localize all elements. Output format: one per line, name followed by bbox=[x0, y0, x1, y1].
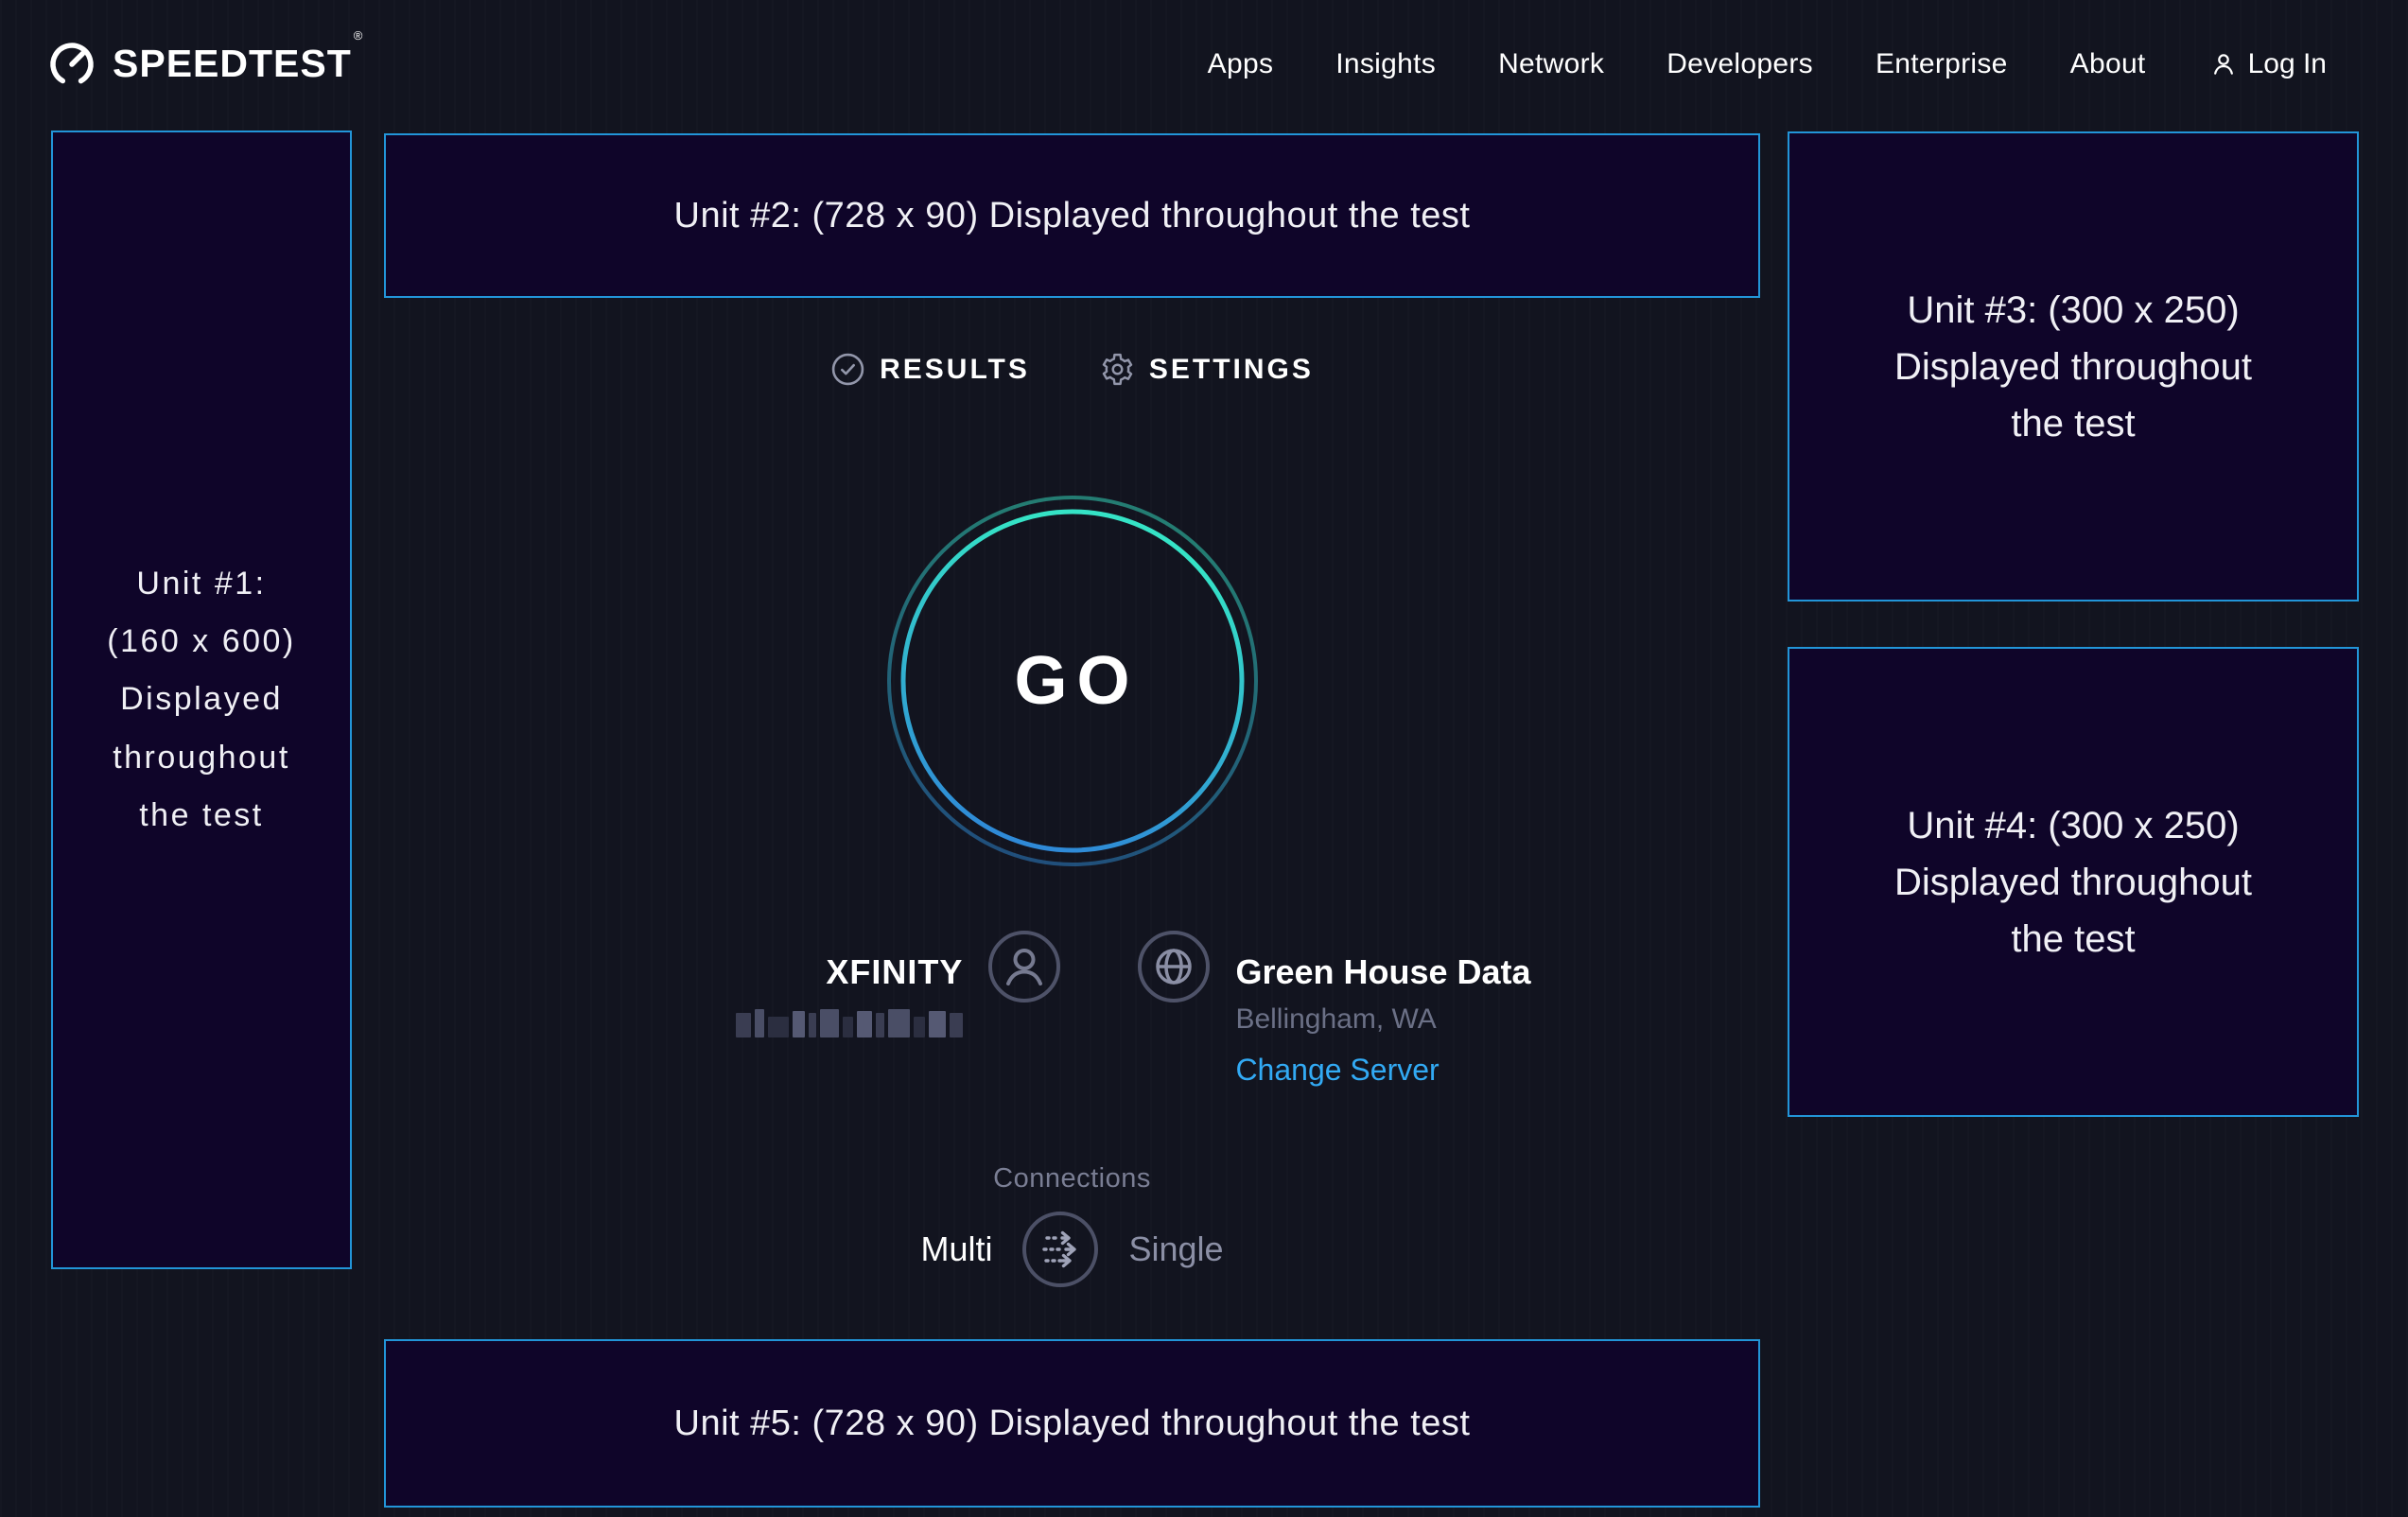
nav-item-about[interactable]: About bbox=[2070, 48, 2146, 80]
ad-unit-2[interactable]: Unit #2: (728 x 90) Displayed throughout… bbox=[384, 133, 1760, 298]
ad-text-line: Unit #4: (300 x 250) bbox=[1907, 797, 2239, 854]
ad-text-line: Unit #5: (728 x 90) Displayed throughout… bbox=[674, 1404, 1471, 1444]
main-nav: Apps Insights Network Developers Enterpr… bbox=[1208, 48, 2327, 80]
ad-unit-3[interactable]: Unit #3: (300 x 250) Displayed throughou… bbox=[1788, 131, 2359, 602]
go-button-label: GO bbox=[886, 495, 1259, 867]
single-mode-option[interactable]: Single bbox=[1128, 1229, 1223, 1269]
ad-text-line: Unit #1: bbox=[136, 555, 266, 613]
speed-test-panel: Unit #2: (728 x 90) Displayed throughout… bbox=[384, 133, 1760, 1508]
ip-address-redacted bbox=[736, 1009, 963, 1037]
ad-text-line: Displayed bbox=[120, 671, 283, 728]
multi-connection-toggle-icon[interactable] bbox=[1021, 1210, 1100, 1289]
login-button[interactable]: Log In bbox=[2208, 48, 2327, 80]
tab-results-label: RESULTS bbox=[880, 354, 1030, 386]
ad-text-line: Displayed throughout bbox=[1894, 854, 2252, 911]
connections-label: Connections bbox=[993, 1163, 1151, 1194]
isp-details: XFINITY bbox=[736, 930, 963, 1037]
multi-mode-option[interactable]: Multi bbox=[920, 1229, 992, 1269]
ad-text-line: the test bbox=[139, 787, 264, 845]
ad-text-line: Unit #3: (300 x 250) bbox=[1907, 282, 2239, 339]
ad-text-line: (160 x 600) bbox=[107, 613, 296, 671]
server-location: Bellingham, WA bbox=[1235, 1003, 1436, 1036]
server-details: Green House Data Bellingham, WA Change S… bbox=[1235, 930, 1530, 1088]
ad-text-line: Displayed throughout bbox=[1894, 339, 2252, 395]
user-circle-icon bbox=[987, 930, 1061, 1003]
ad-text-line: throughout bbox=[113, 729, 290, 787]
server-name: Green House Data bbox=[1235, 952, 1530, 992]
top-navigation-bar: SPEEDTEST® Apps Insights Network Develop… bbox=[0, 0, 2408, 128]
check-circle-icon bbox=[830, 352, 865, 387]
ad-text-line: Unit #2: (728 x 90) Displayed throughout… bbox=[674, 196, 1471, 236]
ad-unit-1[interactable]: Unit #1: (160 x 600) Displayed throughou… bbox=[51, 131, 352, 1269]
nav-item-enterprise[interactable]: Enterprise bbox=[1876, 48, 2008, 80]
isp-info: XFINITY bbox=[736, 930, 1061, 1037]
speedtest-logo[interactable]: SPEEDTEST® bbox=[46, 39, 361, 90]
connection-mode-toggle-row: Multi Single bbox=[920, 1210, 1223, 1289]
gear-icon bbox=[1100, 352, 1135, 387]
isp-name: XFINITY bbox=[826, 952, 963, 992]
user-icon bbox=[2208, 49, 2239, 79]
connection-info-row: XFINITY bbox=[736, 930, 1530, 1088]
tab-results[interactable]: RESULTS bbox=[830, 352, 1030, 387]
nav-item-developers[interactable]: Developers bbox=[1666, 48, 1813, 80]
speedtest-page: SPEEDTEST® Apps Insights Network Develop… bbox=[0, 0, 2408, 1517]
globe-circle-icon bbox=[1137, 930, 1211, 1003]
trademark-symbol: ® bbox=[354, 28, 364, 43]
ad-unit-5[interactable]: Unit #5: (728 x 90) Displayed throughout… bbox=[384, 1339, 1760, 1508]
speedometer-icon bbox=[46, 39, 97, 90]
login-label: Log In bbox=[2248, 48, 2327, 80]
change-server-link[interactable]: Change Server bbox=[1235, 1053, 1439, 1088]
brand-wordmark: SPEEDTEST® bbox=[113, 42, 361, 86]
ad-unit-4[interactable]: Unit #4: (300 x 250) Displayed throughou… bbox=[1788, 647, 2359, 1117]
server-info: Green House Data Bellingham, WA Change S… bbox=[1137, 930, 1530, 1088]
results-settings-tabs: RESULTS SETTINGS bbox=[830, 352, 1314, 387]
tab-settings[interactable]: SETTINGS bbox=[1100, 352, 1314, 387]
ad-text-line: the test bbox=[2011, 911, 2135, 968]
nav-item-insights[interactable]: Insights bbox=[1335, 48, 1436, 80]
ad-text-line: the test bbox=[2011, 395, 2135, 452]
right-ad-column: Unit #3: (300 x 250) Displayed throughou… bbox=[1788, 131, 2359, 1117]
tab-settings-label: SETTINGS bbox=[1149, 354, 1314, 386]
go-button[interactable]: GO bbox=[886, 495, 1259, 867]
nav-item-network[interactable]: Network bbox=[1498, 48, 1604, 80]
nav-item-apps[interactable]: Apps bbox=[1208, 48, 1274, 80]
